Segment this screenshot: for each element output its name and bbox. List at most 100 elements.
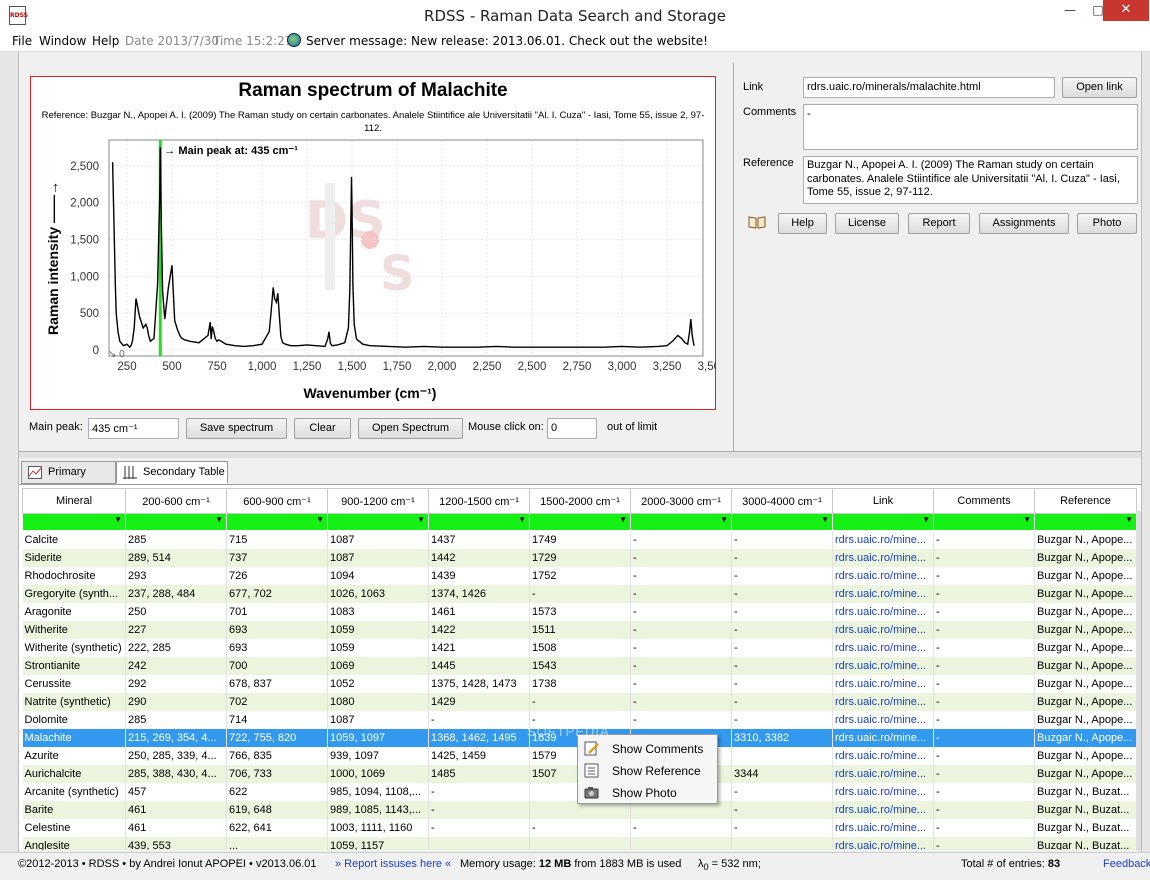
table-cell: 989, 1085, 1143,... — [327, 800, 429, 819]
right-edge — [1141, 52, 1150, 852]
table-row[interactable]: Calcite 285 715 1087 1437 1749- - rdrs.uaic.ro/… — [22, 530, 1137, 549]
link-field[interactable]: rdrs.uaic.ro/minerals/malachite.html — [803, 77, 1055, 98]
column-filter[interactable]: ▼ — [327, 513, 429, 531]
pencil-note-icon — [584, 741, 599, 756]
column-header[interactable]: 600-900 cm⁻¹ — [226, 488, 328, 514]
column-header[interactable]: 3000-4000 cm⁻¹ — [731, 488, 833, 514]
row-link[interactable]: rdrs.uaic.ro/mine... — [832, 746, 934, 765]
minimize-icon[interactable]: — — [1055, 0, 1085, 21]
row-link[interactable]: rdrs.uaic.ro/mine... — [832, 638, 934, 657]
photo-button[interactable]: Photo — [1077, 213, 1137, 234]
laser-wavelength: λ0 = 532 nm; — [698, 858, 761, 872]
table-row[interactable]: Aragonite 250 701 1083 1461 1573- - rdrs.uaic.r… — [22, 602, 1137, 621]
table-row[interactable]: Rhodochrosite 293 726 1094 1439 1752- - rdrs.ua… — [22, 566, 1137, 585]
row-link[interactable]: rdrs.uaic.ro/mine... — [832, 602, 934, 621]
server-message[interactable]: Server message: New release: 2013.06.01.… — [306, 34, 708, 48]
column-filter[interactable]: ▼ — [630, 513, 732, 531]
vertical-splitter[interactable] — [733, 63, 734, 451]
reference-label: Reference — [743, 157, 794, 169]
column-header[interactable]: 1200-1500 cm⁻¹ — [428, 488, 530, 514]
row-link[interactable]: rdrs.uaic.ro/mine... — [832, 674, 934, 693]
column-header[interactable]: Comments — [933, 488, 1035, 514]
table-row[interactable]: Strontianite 242 700 1069 1445 1543- - rdrs.uai… — [22, 656, 1137, 675]
table-cell: Buzgar N., Apope... — [1034, 566, 1137, 585]
row-link[interactable]: rdrs.uaic.ro/mine... — [832, 728, 934, 747]
tab-primary-table[interactable]: Primary Table — [21, 461, 116, 499]
row-link[interactable]: rdrs.uaic.ro/mine... — [832, 692, 934, 711]
open-spectrum-button[interactable]: Open Spectrum — [358, 418, 463, 439]
save-spectrum-button[interactable]: Save spectrum — [186, 418, 287, 439]
table-cell: 1000, 1069 — [327, 764, 429, 783]
feedback-link[interactable]: Feedback — [1103, 858, 1150, 870]
show-reference-menu-item[interactable]: Show Reference — [578, 760, 717, 782]
assignments-button[interactable]: Assignments — [979, 213, 1069, 234]
show-photo-menu-item[interactable]: Show Photo — [578, 782, 717, 804]
table-row[interactable]: Celestine 461 622, 641 1003, 1111, 1160- - - -… — [22, 818, 1137, 837]
column-filter[interactable]: ▼ — [22, 513, 126, 531]
report-issues-link[interactable]: » Report issuses here « — [335, 858, 451, 870]
row-link[interactable]: rdrs.uaic.ro/mine... — [832, 800, 934, 819]
show-comments-menu-item[interactable]: Show Comments — [578, 738, 717, 760]
reference-field[interactable]: Buzgar N., Apopei A. I. (2009) The Raman… — [803, 156, 1138, 204]
row-link[interactable]: rdrs.uaic.ro/mine... — [832, 548, 934, 567]
column-filter[interactable]: ▼ — [428, 513, 530, 531]
main-peak-input[interactable]: 435 cm⁻¹ — [88, 418, 179, 439]
menu-item-label: Show Photo — [612, 786, 677, 800]
table-row[interactable]: Natrite (synthetic) 290 702 1080 1429- - - rdrs… — [22, 692, 1137, 711]
row-link[interactable]: rdrs.uaic.ro/mine... — [832, 764, 934, 783]
menu-file[interactable]: File — [12, 34, 32, 48]
row-link[interactable]: rdrs.uaic.ro/mine... — [832, 530, 934, 549]
table-row[interactable]: Witherite (synthetic) 222, 285 693 1059 1421… — [22, 638, 1137, 657]
column-filter[interactable]: ▼ — [529, 513, 631, 531]
column-filter[interactable]: ▼ — [832, 513, 934, 531]
column-header[interactable]: 900-1200 cm⁻¹ — [327, 488, 429, 514]
table-row[interactable]: Anglesite 439, 553... 1059, 1157 rdrs.uaic.… — [22, 836, 1137, 850]
table-cell: 726 — [226, 566, 328, 585]
tab-label: Secondary Table — [143, 466, 225, 478]
horizontal-splitter[interactable] — [19, 451, 1141, 458]
row-link[interactable]: rdrs.uaic.ro/mine... — [832, 818, 934, 837]
title-bar: RDSS RDSS - Raman Data Search and Storag… — [0, 0, 1150, 32]
menu-help[interactable]: Help — [92, 34, 119, 48]
table-row[interactable]: Gregoryite (synth... 237, 288, 484 677, 70… — [22, 584, 1137, 603]
column-filter[interactable]: ▼ — [933, 513, 1035, 531]
row-link[interactable]: rdrs.uaic.ro/mine... — [832, 836, 934, 850]
row-link[interactable]: rdrs.uaic.ro/mine... — [832, 584, 934, 603]
table-cell: - — [933, 692, 1035, 711]
spectrum-plot[interactable]: 250 500 750 1,000 1,250 1,500 1,750 2,000 2,250 2… — [30, 76, 716, 410]
table-row[interactable]: Cerussite 292 678, 837 1052 1375, 1428, 1473… — [22, 674, 1137, 693]
column-filter[interactable]: ▼ — [731, 513, 833, 531]
column-header[interactable]: 200-600 cm⁻¹ — [125, 488, 227, 514]
table-cell: Buzgar N., Apope... — [1034, 764, 1137, 783]
mouse-click-input[interactable]: 0 — [547, 418, 597, 439]
open-link-button[interactable]: Open link — [1062, 77, 1137, 98]
row-link[interactable]: rdrs.uaic.ro/mine... — [832, 566, 934, 585]
report-button[interactable]: Report — [908, 213, 970, 234]
column-header[interactable]: Mineral — [22, 488, 126, 514]
column-header[interactable]: 1500-2000 cm⁻¹ — [529, 488, 631, 514]
column-filter[interactable]: ▼ — [125, 513, 227, 531]
table-scrollbar[interactable] — [1136, 511, 1141, 851]
comments-field[interactable]: - — [803, 104, 1138, 150]
help-button[interactable]: Help — [778, 213, 827, 234]
tab-secondary-table[interactable]: Secondary Table — [116, 461, 228, 484]
row-link[interactable]: rdrs.uaic.ro/mine... — [832, 620, 934, 639]
menu-window[interactable]: Window — [39, 34, 86, 48]
column-header[interactable]: 2000-3000 cm⁻¹ — [630, 488, 732, 514]
column-header[interactable]: Link — [832, 488, 934, 514]
table-cell: 1439 — [428, 566, 530, 585]
close-icon[interactable]: ✕ — [1103, 0, 1149, 21]
clear-button[interactable]: Clear — [294, 418, 351, 439]
table-cell: 722, 755, 820 — [226, 728, 328, 747]
row-link[interactable]: rdrs.uaic.ro/mine... — [832, 782, 934, 801]
table-cell: 1059 — [327, 620, 429, 639]
table-cell: Buzgar N., Apope... — [1034, 674, 1137, 693]
license-button[interactable]: License — [835, 213, 899, 234]
table-row[interactable]: Witherite 227 693 1059 1422 1511- - rdrs.uaic.r… — [22, 620, 1137, 639]
column-filter[interactable]: ▼ — [226, 513, 328, 531]
column-header[interactable]: Reference — [1034, 488, 1137, 514]
row-link[interactable]: rdrs.uaic.ro/mine... — [832, 656, 934, 675]
row-link[interactable]: rdrs.uaic.ro/mine... — [832, 710, 934, 729]
table-row[interactable]: Siderite 289, 514 737 1087 1442 1729- - rdrs.ua… — [22, 548, 1137, 567]
column-filter[interactable]: ▼ — [1034, 513, 1137, 531]
